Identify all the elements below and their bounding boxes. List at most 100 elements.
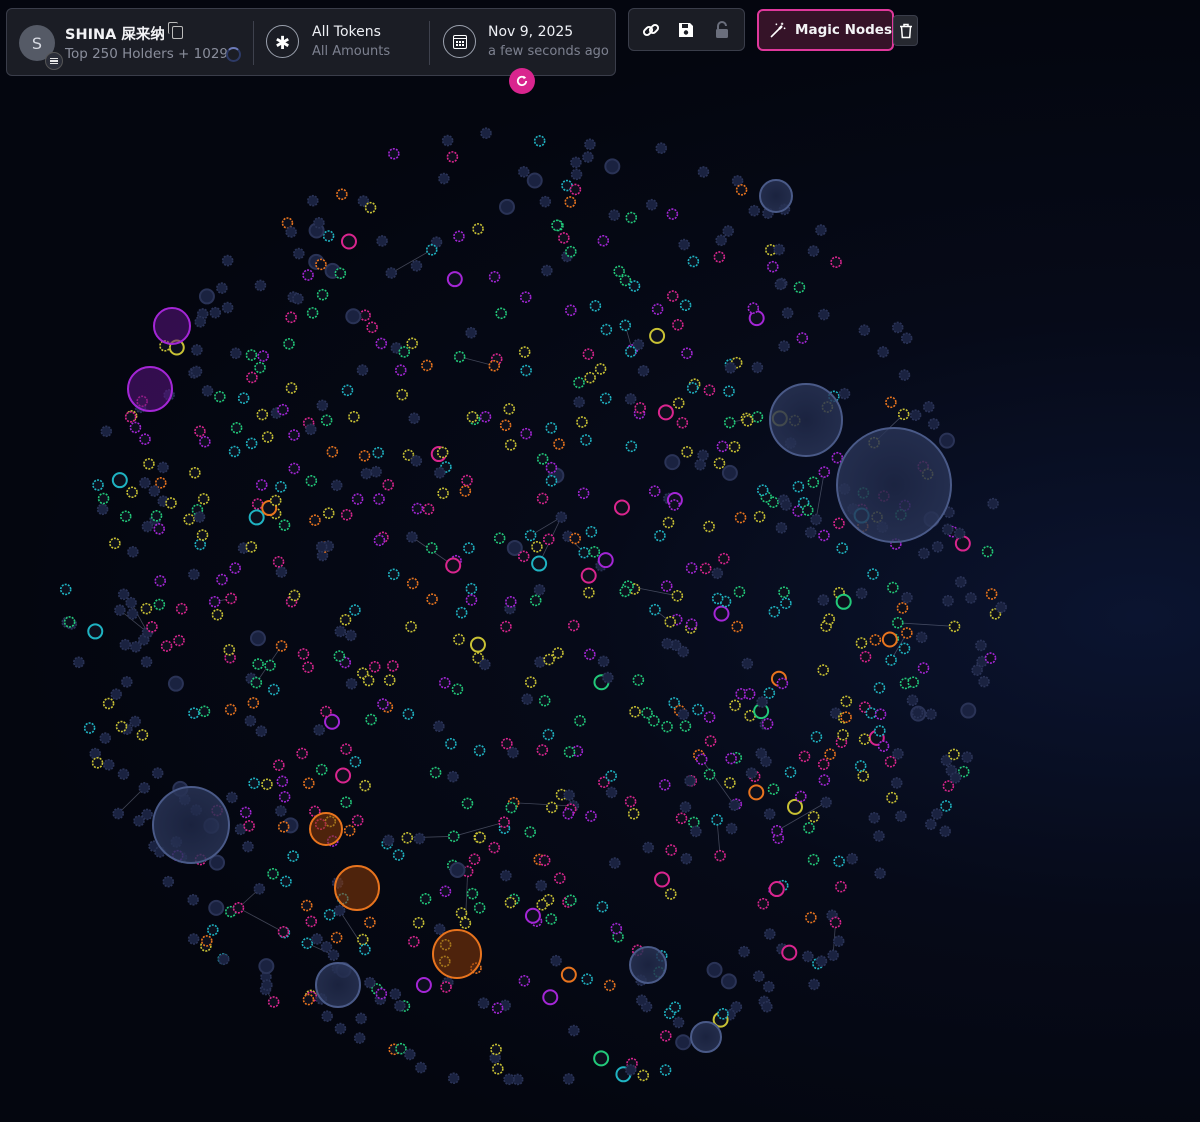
holder-node[interactable] (568, 1024, 580, 1037)
holder-node[interactable] (370, 465, 382, 478)
holder-node[interactable] (125, 596, 137, 609)
holder-node[interactable] (762, 980, 775, 993)
holder-node[interactable] (311, 933, 323, 945)
holder-node[interactable] (877, 740, 890, 752)
holder-node[interactable] (445, 557, 462, 574)
holder-node[interactable] (59, 583, 72, 596)
holder-node[interactable] (984, 652, 997, 664)
holder-node[interactable] (364, 976, 376, 989)
holder-node[interactable] (83, 722, 96, 734)
holder-node[interactable] (533, 584, 546, 596)
holder-node[interactable] (953, 527, 966, 540)
holder-node[interactable] (906, 694, 919, 707)
holder-node[interactable] (885, 654, 897, 666)
holder-node[interactable] (285, 382, 298, 394)
holder-node[interactable] (818, 308, 830, 321)
holder-node[interactable] (507, 746, 519, 759)
holder-node[interactable] (594, 363, 607, 375)
holder-node[interactable] (302, 269, 314, 281)
holder-node[interactable] (151, 767, 164, 779)
holder-node[interactable] (768, 881, 785, 898)
holder-node[interactable] (718, 552, 730, 565)
holder-node[interactable] (426, 593, 438, 605)
holder-node[interactable] (745, 767, 758, 779)
holder-node[interactable] (504, 596, 517, 608)
holder-node[interactable] (402, 708, 415, 720)
holder-node[interactable] (197, 493, 210, 505)
holder-node[interactable] (245, 349, 258, 361)
holder-node[interactable] (573, 376, 585, 389)
holder-node[interactable] (356, 364, 369, 376)
holder-node[interactable] (675, 1034, 692, 1051)
holder-node[interactable] (659, 1030, 672, 1042)
holder-node[interactable] (313, 217, 325, 229)
holder-node[interactable] (560, 966, 577, 983)
holder-node[interactable] (119, 638, 132, 651)
holder-node[interactable] (729, 699, 741, 712)
holder-node[interactable] (869, 634, 882, 646)
holder-node[interactable] (320, 705, 332, 718)
holder-node[interactable] (684, 775, 696, 787)
holder-node[interactable] (364, 201, 377, 214)
holder-node[interactable] (810, 731, 823, 743)
holder-node[interactable] (211, 608, 224, 621)
holder-node[interactable] (645, 198, 658, 211)
holder-node[interactable] (545, 474, 558, 487)
holder-node[interactable] (793, 281, 806, 294)
holder-node[interactable] (194, 538, 207, 551)
holder-node[interactable] (154, 575, 167, 587)
holder-node[interactable] (574, 714, 586, 727)
holder-node[interactable] (162, 875, 175, 888)
holder-node[interactable] (248, 509, 265, 526)
holder-node[interactable] (449, 861, 466, 878)
holder-node[interactable] (886, 791, 898, 804)
holder-node[interactable] (567, 619, 580, 632)
holder-node[interactable] (524, 529, 537, 542)
holder-node[interactable] (320, 414, 333, 427)
holder-node[interactable] (735, 688, 747, 700)
holder-node[interactable] (891, 321, 904, 334)
holder-node[interactable] (551, 219, 563, 232)
holder-node[interactable] (892, 747, 904, 760)
holder-node[interactable] (768, 605, 781, 618)
holder-node[interactable] (517, 166, 530, 178)
holder-node[interactable] (824, 748, 836, 761)
holder-node[interactable] (334, 1022, 347, 1035)
holder-node[interactable] (273, 759, 285, 771)
holder-node[interactable] (372, 446, 384, 459)
holder-node[interactable] (269, 494, 282, 507)
holder-node[interactable] (468, 853, 481, 866)
holder-node[interactable] (406, 531, 418, 543)
holder-node[interactable] (662, 516, 675, 529)
holder-node[interactable] (804, 526, 817, 539)
holder-node[interactable] (728, 440, 741, 453)
holder-node[interactable] (909, 409, 922, 421)
holder-node[interactable] (224, 703, 237, 716)
holder-node[interactable] (741, 657, 754, 670)
holder-node[interactable] (445, 737, 457, 750)
holder-node[interactable] (302, 661, 314, 674)
holder-node[interactable] (823, 613, 836, 625)
holder-node[interactable] (436, 446, 449, 459)
holder-node[interactable] (461, 797, 474, 810)
holder-node[interactable] (285, 311, 297, 324)
holder-node[interactable] (874, 708, 887, 721)
holder-node[interactable] (301, 937, 314, 950)
holder-node[interactable] (588, 546, 601, 558)
holder-node[interactable] (466, 887, 479, 900)
holder-node[interactable] (699, 562, 712, 575)
holder-node[interactable] (244, 715, 257, 727)
holder-node[interactable] (353, 1032, 366, 1044)
holder-node[interactable] (433, 720, 445, 733)
holder-node[interactable] (619, 274, 632, 287)
holder-node[interactable] (971, 664, 983, 676)
holder-node[interactable] (465, 594, 478, 606)
holder-node[interactable] (771, 824, 783, 837)
holder-node[interactable] (596, 900, 609, 913)
holder-node[interactable] (503, 403, 516, 415)
holder-node[interactable] (141, 520, 154, 533)
holder-node[interactable] (657, 404, 674, 421)
holder-node[interactable] (582, 348, 595, 360)
holder-node[interactable] (671, 590, 684, 602)
holder-node[interactable] (687, 255, 700, 268)
